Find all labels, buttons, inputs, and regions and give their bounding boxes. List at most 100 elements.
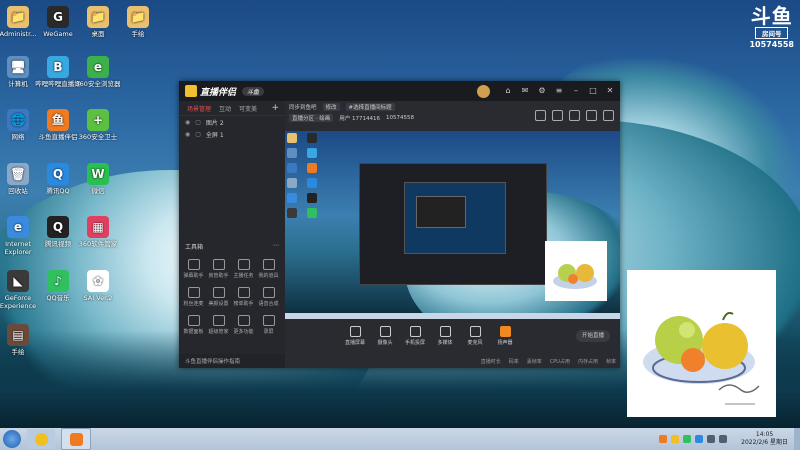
desktop-icon[interactable]: ✿ SAI Ver.2 [71, 270, 125, 302]
stream-title-select[interactable]: #选择直播间标题 [345, 102, 395, 111]
gift-icon[interactable]: ⌂ [503, 86, 513, 96]
clock-date: 2022/2/6 星期日 [741, 439, 788, 446]
toolbox-item[interactable]: 超级管家 [206, 315, 231, 335]
desktop-icon-image: 🗑 [7, 163, 29, 185]
lock-icon[interactable]: ▢ [195, 119, 201, 126]
taskbar-app-douyu[interactable] [61, 428, 91, 450]
source-control[interactable]: 多媒体 [433, 326, 457, 346]
visibility-icon[interactable]: ◉ [185, 131, 190, 138]
tray-app-icon[interactable] [671, 435, 680, 443]
stream-preview[interactable] [285, 131, 620, 319]
source-control[interactable]: 摄像头 [373, 326, 397, 346]
volume-icon[interactable] [719, 435, 728, 443]
status-metric: 内存占用 [577, 358, 598, 365]
tray-app-icon[interactable] [659, 435, 668, 443]
desktop-icon-image: G [47, 6, 69, 28]
add-scene-icon[interactable]: + [271, 103, 279, 113]
toolbox-item[interactable]: 录屏 [256, 315, 281, 335]
message-icon[interactable]: ✉ [520, 86, 530, 96]
toolbox-item[interactable]: 我的道具 [256, 259, 281, 279]
scene-item[interactable]: ◉ ▢ 图片 2 [179, 116, 285, 128]
system-clock[interactable]: 14:05 2022/2/6 星期日 [741, 431, 788, 447]
desktop-icon-image: ▦ [87, 216, 109, 238]
desktop-icon-image: ♪ [47, 270, 69, 292]
toolbox-item[interactable]: 主播任务 [231, 259, 256, 279]
app-title: 直播伴侣 [200, 87, 237, 98]
network-icon[interactable] [707, 435, 716, 443]
start-button[interactable] [3, 430, 21, 448]
bag-icon[interactable] [535, 110, 546, 121]
toolbox-grid: 弹幕助手 房管助手 主播任务 我的道具粉丝连麦 美颜设置 榜单助手 语音合成数据面板 超级管家… [181, 259, 283, 335]
scene-item[interactable]: ◉ ▢ 全屏 1 [179, 128, 285, 140]
preview-desktop-icons [287, 133, 327, 218]
desktop-icon[interactable]: +360安全卫士 [71, 109, 125, 141]
show-desktop-button[interactable] [794, 428, 800, 450]
visibility-icon[interactable]: ◉ [185, 119, 190, 126]
toolbox-item[interactable]: 数据面板 [181, 315, 206, 335]
gift-box-icon[interactable] [552, 110, 563, 121]
control-icon [499, 326, 511, 337]
desktop-icon[interactable]: W 微信 [71, 163, 125, 195]
sync-fishbar[interactable]: 同步到鱼吧 [289, 103, 317, 111]
share-icon[interactable] [603, 110, 614, 121]
minimize-icon[interactable]: – [571, 86, 581, 96]
desktop-icon[interactable]: e 360安全浏览器 [71, 56, 125, 88]
fruit-sketch [643, 311, 760, 405]
toolbox-item[interactable]: 更多功能 [231, 315, 256, 335]
taskbar-app-qqmusic[interactable] [27, 429, 55, 449]
source-control[interactable]: 扬声器 [493, 326, 517, 346]
preview-desktop-icon [307, 178, 317, 188]
tool-label: 榜单助手 [233, 301, 254, 307]
toolbox-item[interactable]: 榜单助手 [231, 287, 256, 307]
desktop-icon-image: + [87, 109, 109, 131]
douyu-logo: 斗鱼 [750, 4, 793, 28]
notification-icon[interactable] [569, 110, 580, 121]
toolbox-item[interactable]: 语音合成 [256, 287, 281, 307]
preview-desktop-icon [287, 148, 297, 158]
category-select[interactable]: 直播分区 · 绘画 [289, 113, 334, 122]
preview-desktop-icon [307, 208, 317, 218]
live-companion-window: 直播伴侣 斗鱼 ⌂ ✉ ⚙ ≡ – □ ✕ 场景管理 互动 可变美 + ◉ ▢ 图… [179, 81, 620, 368]
desktop-icon[interactable]: ▤ 手绘 [0, 324, 45, 356]
desktop-icon[interactable]: 📁 手绘 [111, 6, 165, 38]
source-control[interactable]: 麦克风 [463, 326, 487, 346]
toolbox-more-icon[interactable]: ⋯ [273, 242, 279, 251]
scene-label: 图片 2 [205, 119, 224, 127]
room-id: 10574558 [386, 114, 414, 121]
scene-sidebar: 场景管理 互动 可变美 + ◉ ▢ 图片 2 ◉ ▢ 全屏 1 工具箱 ⋯ 弹幕助手… [179, 101, 291, 368]
toolbox-item[interactable]: 粉丝连麦 [181, 287, 206, 307]
tray-app-icon[interactable] [683, 435, 692, 443]
toolbox-item[interactable]: 美颜设置 [206, 287, 231, 307]
maximize-icon[interactable]: □ [588, 86, 598, 96]
lock-icon[interactable]: ▢ [195, 131, 201, 138]
close-icon[interactable]: ✕ [605, 86, 615, 96]
tool-icon [187, 259, 200, 270]
source-control[interactable]: 直播屏幕 [343, 326, 367, 346]
menu-icon[interactable]: ≡ [554, 86, 564, 96]
start-live-button[interactable]: 开始直播 [576, 330, 610, 342]
control-label: 多媒体 [437, 340, 453, 346]
version-badge[interactable]: 斗鱼 [242, 86, 265, 96]
desktop-icon[interactable]: ▦ 360软件管家 [71, 216, 125, 248]
control-icon [409, 326, 421, 337]
status-metric: 直播时长 [480, 358, 501, 365]
guide-link[interactable]: 斗鱼直播伴侣操作指南 [185, 357, 240, 365]
settings-icon[interactable]: ⚙ [537, 86, 547, 96]
edit-button[interactable]: 修改 [322, 102, 340, 111]
bell-icon[interactable] [586, 110, 597, 121]
control-label: 直播屏幕 [344, 340, 365, 346]
tray-app-icon[interactable] [695, 435, 704, 443]
desktop-icon-image: Q [47, 216, 69, 238]
toolbox-item[interactable]: 房管助手 [206, 259, 231, 279]
preview-desktop-icon [287, 163, 297, 173]
toolbox-item[interactable]: 弹幕助手 [181, 259, 206, 279]
sidebar-footer-link[interactable]: 斗鱼直播伴侣操作指南 [179, 354, 291, 368]
avatar[interactable] [477, 84, 490, 98]
tab-interaction[interactable]: 互动 [219, 104, 231, 113]
tab-beauty[interactable]: 可变美 [239, 104, 257, 113]
control-icon [379, 326, 391, 337]
desktop-icon-image: 📁 [127, 6, 149, 28]
source-control[interactable]: 手机投屏 [403, 326, 427, 346]
tab-scenes[interactable]: 场景管理 [187, 104, 211, 113]
douyu-icon [69, 432, 83, 446]
